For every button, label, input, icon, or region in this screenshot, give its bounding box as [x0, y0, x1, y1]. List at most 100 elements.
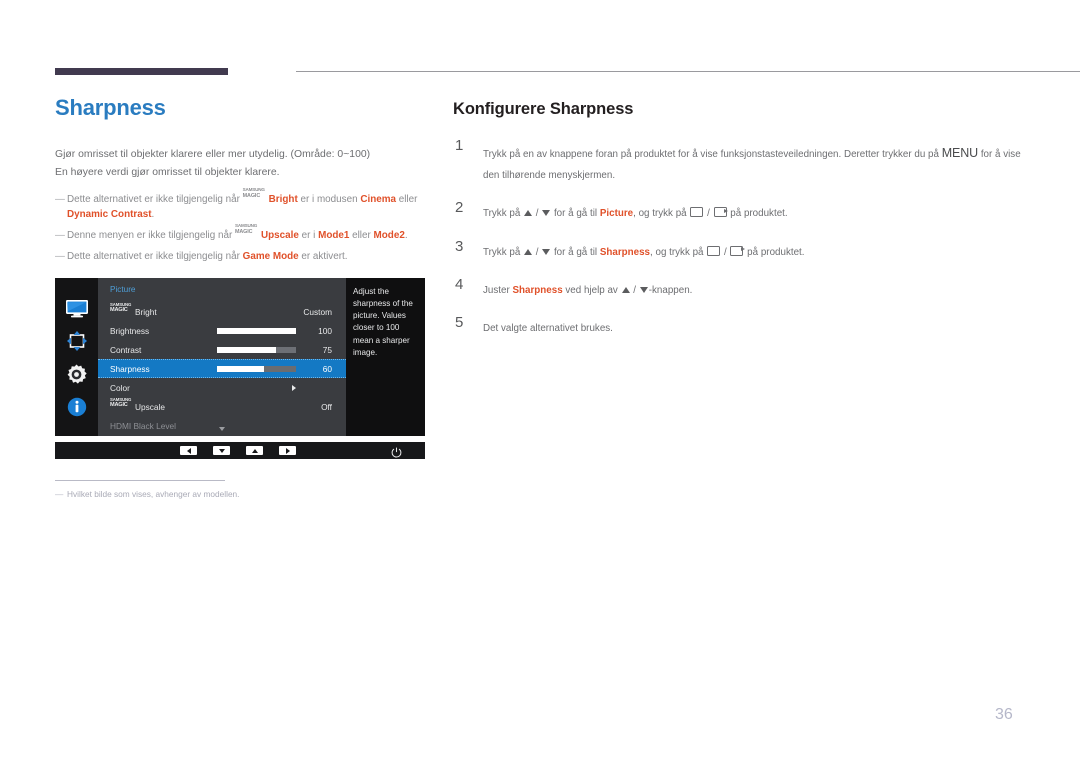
step-emphasis: Sharpness — [512, 284, 563, 296]
samsung-magic-logo: SAMSUNG MAGIC — [110, 397, 132, 408]
osd-item-control — [141, 346, 306, 353]
osd-item-label: SAMSUNG MAGIC Bright — [110, 302, 157, 317]
note-dash: — — [55, 193, 65, 205]
triangle-down-icon — [542, 210, 551, 217]
gear-icon[interactable] — [64, 361, 90, 387]
chevron-down-icon[interactable] — [219, 427, 225, 431]
note-dash: — — [55, 251, 65, 263]
note-emphasis: Dynamic Contrast — [67, 209, 152, 221]
osd-menu-item[interactable]: Brightness 100 — [98, 321, 346, 340]
triangle-down-icon — [639, 286, 648, 293]
osd-menu-item[interactable]: HDMI Black Level — [98, 416, 346, 435]
note-dash: — — [55, 230, 65, 242]
step-emphasis: Picture — [599, 208, 634, 220]
page-number: 36 — [995, 706, 1013, 723]
step-number: 3 — [455, 237, 464, 255]
intro-block: Gjør omrisset til objekter klarere eller… — [55, 146, 435, 182]
osd-menu-item[interactable]: Sharpness 60 — [98, 359, 346, 378]
osd-menu-rows: SAMSUNG MAGIC Bright Custom Brightness 100 Con… — [98, 302, 346, 435]
osd-item-label: Color — [110, 382, 130, 393]
step-list: 1 Trykk på en av knappene foran på produk… — [453, 137, 1028, 338]
resize-icon[interactable] — [64, 328, 90, 354]
note-item: — Denne menyen er ikke tilgjengelig når S… — [55, 223, 435, 243]
osd-menu-item[interactable]: SAMSUNG MAGIC Bright Custom — [98, 302, 346, 321]
power-icon[interactable] — [391, 445, 402, 458]
triangle-left-icon — [186, 447, 191, 454]
osd-item-label: Sharpness — [110, 363, 150, 374]
footnote-text: Hvilket bilde som vises, avhenger av mod… — [67, 489, 240, 499]
info-icon[interactable] — [64, 394, 90, 420]
note-emphasis: Upscale — [260, 230, 299, 242]
section-title: Konfigurere Sharpness — [453, 100, 634, 118]
footnote: — Hvilket bilde som vises, avhenger av m… — [55, 488, 435, 500]
osd-menu-item[interactable]: Color — [98, 378, 346, 397]
header-rule-thick — [55, 68, 228, 75]
osd-menu-title: Picture — [110, 285, 136, 294]
step-item: 5 Det valgte alternativet brukes. — [453, 313, 1028, 338]
osd-item-control — [149, 327, 306, 334]
back-button-icon — [707, 245, 721, 256]
samsung-magic-logo: SAMSUNG MAGIC — [110, 302, 132, 313]
step-item: 3 Trykk på / for å gå til Sharpness, og t… — [453, 237, 1028, 262]
left-column: Sharpness Gjør omrisset til objekter kla… — [55, 95, 435, 270]
header-rules — [55, 66, 1080, 78]
enter-button-icon — [730, 245, 745, 256]
key-left[interactable] — [180, 446, 197, 455]
intro-line-2: En høyere verdi gjør omrisset til objekt… — [55, 167, 280, 179]
osd-slider[interactable] — [217, 327, 296, 334]
enter-button-icon — [713, 207, 729, 218]
osd-item-value: 100 — [318, 325, 332, 336]
key-right[interactable] — [279, 446, 296, 455]
key-down[interactable] — [213, 446, 230, 455]
osd-item-value: 60 — [322, 363, 332, 374]
note-emphasis: Game Mode — [242, 251, 299, 263]
osd-menu-panel: Picture SAMSUNG MAGIC Bright Custom Brightne… — [98, 278, 346, 436]
step-number: 1 — [455, 137, 464, 154]
osd-button-bar — [55, 442, 425, 459]
osd-menu-item[interactable]: SAMSUNG MAGIC Upscale Off — [98, 397, 346, 416]
step-text: Juster Sharpness ved hjelp av / -knappen… — [483, 284, 693, 296]
osd-help-text: Adjust the sharpness of the picture. Val… — [346, 278, 425, 436]
step-text: Det valgte alternativet brukes. — [483, 322, 613, 334]
step-number: 2 — [455, 199, 464, 217]
step-number: 5 — [455, 313, 464, 331]
osd-item-label: Brightness — [110, 325, 150, 336]
page-title: Sharpness — [55, 95, 166, 120]
triangle-up-icon — [251, 448, 258, 453]
footnote-rule — [55, 480, 225, 481]
osd-item-value: 75 — [322, 344, 332, 355]
intro-line-1: Gjør omrisset til objekter klarere eller… — [55, 149, 371, 161]
back-button-icon — [690, 207, 704, 218]
samsung-magic-logo: SAMSUNG MAGIC — [234, 223, 258, 236]
osd-item-control — [150, 365, 306, 372]
triangle-right-icon — [285, 447, 290, 454]
osd-icon-rail — [55, 278, 98, 436]
osd-item-value: Custom — [303, 306, 332, 317]
note-emphasis: Mode1 — [318, 230, 350, 242]
step-text: Trykk på / for å gå til Sharpness, og tr… — [483, 245, 805, 258]
triangle-up-icon — [621, 286, 630, 293]
osd-item-label: SAMSUNG MAGIC Upscale — [110, 397, 165, 412]
note-emphasis: Mode2 — [373, 230, 405, 242]
samsung-magic-logo: SAMSUNG MAGIC — [242, 186, 265, 199]
osd-window: Picture SAMSUNG MAGIC Bright Custom Brightne… — [55, 278, 425, 436]
step-text: Trykk på en av knappene foran på produkt… — [483, 146, 1021, 182]
key-up[interactable] — [246, 446, 263, 455]
osd-item-control — [130, 384, 306, 391]
step-item: 2 Trykk på / for å gå til Picture, og try… — [453, 199, 1028, 223]
step-text: Trykk på / for å gå til Picture, og tryk… — [483, 207, 788, 220]
osd-slider[interactable] — [217, 346, 296, 353]
osd-item-label: Contrast — [110, 344, 142, 355]
step-item: 1 Trykk på en av knappene foran på produk… — [453, 137, 1028, 185]
osd-menu-item[interactable]: Contrast 75 — [98, 340, 346, 359]
note-emphasis: Cinema — [360, 193, 396, 205]
monitor-icon[interactable] — [64, 295, 90, 321]
osd-item-label: HDMI Black Level — [110, 420, 176, 431]
step-number: 4 — [455, 275, 464, 293]
note-item: — Dette alternativet er ikke tilgjengelig… — [55, 186, 418, 221]
note-list: — Dette alternativet er ikke tilgjengelig… — [55, 186, 435, 264]
header-rule-thin — [296, 71, 1080, 72]
osd-slider[interactable] — [217, 365, 296, 372]
osd-item-value: Off — [321, 401, 332, 412]
triangle-down-icon — [218, 448, 225, 453]
